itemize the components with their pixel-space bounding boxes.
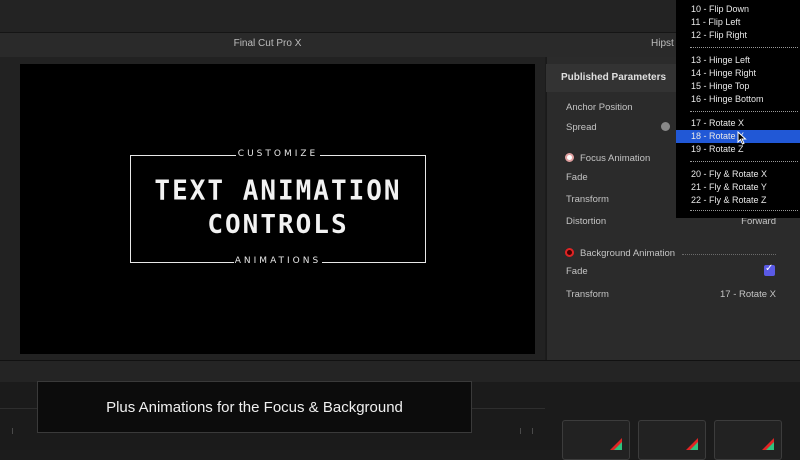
focus-toggle-icon[interactable] bbox=[565, 153, 574, 162]
ruler-tick bbox=[12, 428, 13, 434]
menu-item[interactable]: 20 - Fly & Rotate X bbox=[691, 169, 767, 179]
menu-item[interactable]: 17 - Rotate X bbox=[691, 118, 744, 128]
ruler-tick bbox=[520, 428, 521, 434]
section-divider bbox=[682, 254, 776, 255]
timeline-toolbar bbox=[0, 360, 800, 383]
menu-item[interactable]: 16 - Hinge Bottom bbox=[691, 94, 764, 104]
menu-item[interactable]: 14 - Hinge Right bbox=[691, 68, 756, 78]
title-frame bbox=[130, 155, 426, 263]
menu-separator bbox=[690, 210, 798, 211]
bg-fade-label: Fade bbox=[566, 266, 588, 277]
spread-slider[interactable] bbox=[661, 122, 670, 131]
menu-item[interactable]: 22 - Fly & Rotate Z bbox=[691, 195, 767, 205]
viewer-top-label: CUSTOMIZE bbox=[237, 149, 319, 159]
clip-badge-icon bbox=[610, 438, 622, 450]
app-title: Final Cut Pro X bbox=[233, 38, 302, 49]
menu-separator bbox=[690, 111, 798, 112]
background-animation-section: Background Animation bbox=[580, 248, 676, 259]
menu-item-selected[interactable]: 18 - Rotate Y bbox=[691, 131, 744, 141]
focus-transform-label: Transform bbox=[566, 194, 609, 205]
viewer-title-line2: CONTROLS bbox=[207, 210, 349, 240]
menu-item[interactable]: 21 - Fly & Rotate Y bbox=[691, 182, 767, 192]
ruler-tick bbox=[532, 428, 533, 434]
clip-badge-icon bbox=[762, 438, 774, 450]
clip-badge-icon bbox=[686, 438, 698, 450]
library-title: Hipst bbox=[651, 38, 674, 49]
focus-distortion-label: Distortion bbox=[566, 216, 607, 227]
inspector-title: Published Parameters bbox=[561, 72, 667, 83]
caption-text: Plus Animations for the Focus & Backgrou… bbox=[106, 399, 403, 416]
viewer-title-line1: TEXT ANIMATION bbox=[154, 175, 402, 207]
bg-fade-checkbox[interactable] bbox=[764, 263, 775, 276]
bg-transform-popup[interactable]: 17 - Rotate X bbox=[656, 289, 776, 300]
focus-animation-section: Focus Animation bbox=[580, 153, 651, 164]
menu-item[interactable]: 11 - Flip Left bbox=[691, 17, 740, 27]
menu-separator bbox=[690, 47, 798, 48]
menu-item[interactable]: 19 - Rotate Z bbox=[691, 144, 744, 154]
menu-item[interactable]: 10 - Flip Down bbox=[691, 4, 749, 14]
viewer-bottom-label: ANIMATIONS bbox=[234, 256, 322, 266]
anchor-position-label: Anchor Position bbox=[566, 102, 633, 113]
focus-fade-label: Fade bbox=[566, 172, 588, 183]
bg-transform-label: Transform bbox=[566, 289, 609, 300]
spread-label: Spread bbox=[566, 122, 597, 133]
menu-separator bbox=[690, 161, 798, 162]
background-toggle-icon[interactable] bbox=[565, 248, 574, 257]
menu-item[interactable]: 12 - Flip Right bbox=[691, 30, 747, 40]
menu-item[interactable]: 13 - Hinge Left bbox=[691, 55, 750, 65]
menu-item[interactable]: 15 - Hinge Top bbox=[691, 81, 749, 91]
mouse-cursor-icon bbox=[737, 131, 747, 145]
